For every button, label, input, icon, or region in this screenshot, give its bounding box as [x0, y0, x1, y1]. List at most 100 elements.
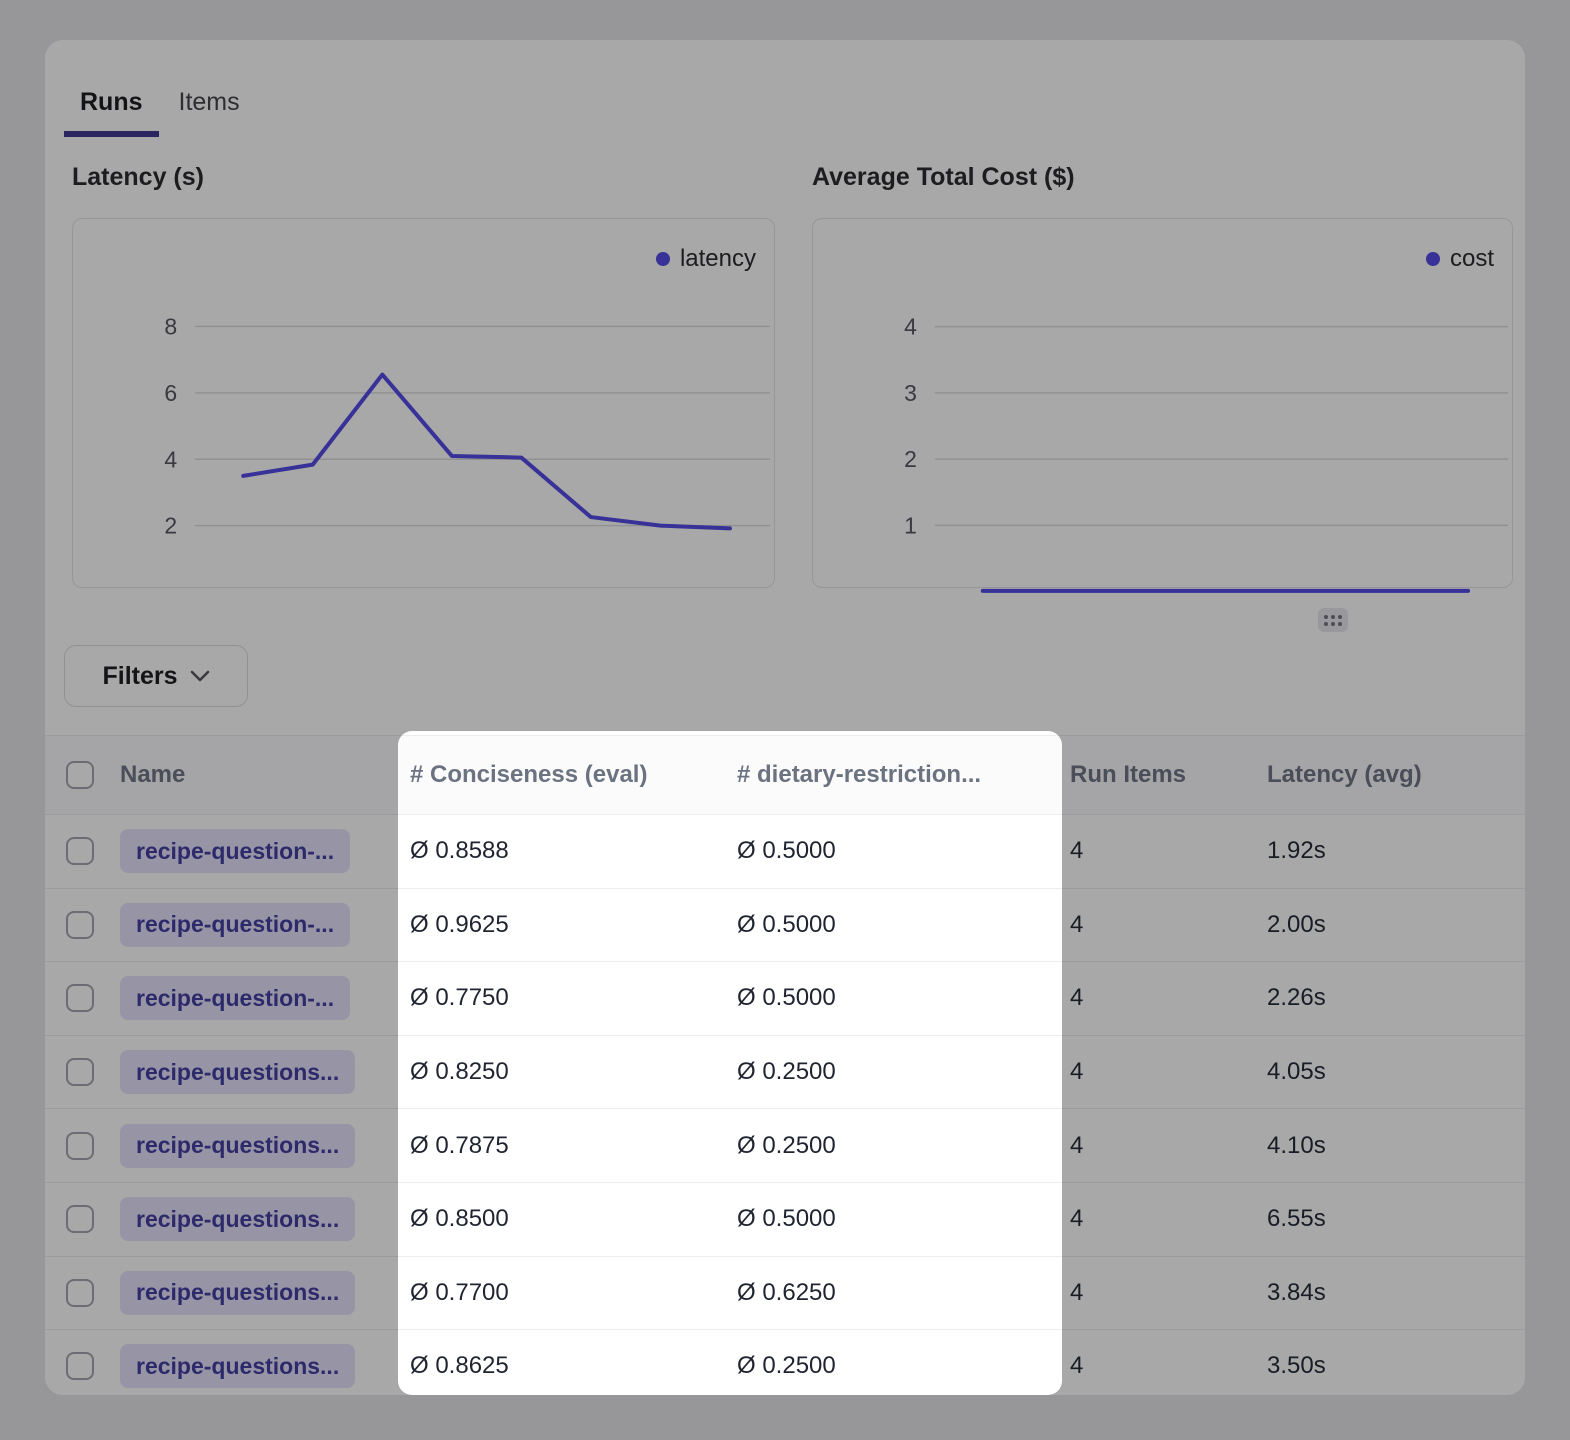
table-body: recipe-question-...Ø 0.8588Ø 0.500041.92… — [45, 815, 1525, 1395]
latency-avg-value: 4.10s — [1267, 1132, 1525, 1160]
select-all-cell — [45, 761, 120, 789]
row-checkbox[interactable] — [66, 911, 94, 939]
latency-legend-label: latency — [680, 245, 756, 273]
run-name-badge[interactable]: recipe-questions... — [120, 1124, 355, 1168]
cost-chart: 1234 cost — [812, 218, 1513, 588]
cost-chart-title: Average Total Cost ($) — [812, 163, 1075, 192]
dietary-restriction-value: Ø 0.5000 — [737, 911, 1070, 939]
col-latency-avg: Latency (avg) — [1267, 761, 1525, 789]
svg-text:4: 4 — [164, 446, 177, 472]
table-row[interactable]: recipe-question-... Ø 0.7750Ø 0.500042.26… — [45, 962, 1525, 1036]
run-name-badge[interactable]: recipe-question-... — [120, 976, 350, 1020]
table-row[interactable]: recipe-questions...Ø 0.7875Ø 0.250044.10… — [45, 1109, 1525, 1183]
latency-chart-canvas: 2 4 6 8 — [73, 219, 774, 587]
svg-text:2: 2 — [164, 513, 177, 539]
dietary-restriction-value: Ø 0.5000 — [737, 1205, 1070, 1233]
table-row[interactable]: recipe-questions... Ø 0.8250Ø 0.250044.05… — [45, 1036, 1525, 1110]
row-name-cell: recipe-questions... — [120, 1197, 410, 1241]
row-name-cell: recipe-questions... — [120, 1124, 410, 1168]
dietary-restriction-value: Ø 0.2500 — [737, 1352, 1070, 1380]
svg-text:8: 8 — [164, 313, 177, 339]
row-checkbox-cell — [45, 1205, 120, 1233]
row-checkbox[interactable] — [66, 1132, 94, 1160]
cost-chart-canvas: 1234 — [813, 219, 1512, 587]
latency-legend: latency — [656, 245, 756, 273]
row-checkbox-cell — [45, 1279, 120, 1307]
svg-text:6: 6 — [164, 380, 177, 406]
conciseness-value: Ø 0.8500 — [410, 1205, 737, 1233]
row-checkbox[interactable] — [66, 1058, 94, 1086]
run-items-value: 4 — [1070, 984, 1267, 1012]
row-checkbox[interactable] — [66, 1205, 94, 1233]
conciseness-value: Ø 0.8625 — [410, 1352, 737, 1380]
tab-runs-label: Runs — [80, 88, 143, 116]
svg-text:4: 4 — [904, 314, 917, 340]
cost-legend: cost — [1426, 245, 1494, 273]
row-checkbox-cell — [45, 1132, 120, 1160]
conciseness-value: Ø 0.8588 — [410, 837, 737, 865]
latency-avg-value: 6.55s — [1267, 1205, 1525, 1233]
runs-panel: Runs Items Latency (s) Average Total Cos… — [45, 40, 1525, 1395]
panel-resize-handle[interactable] — [1318, 608, 1348, 632]
run-name-badge[interactable]: recipe-questions... — [120, 1344, 355, 1388]
row-name-cell: recipe-questions... — [120, 1344, 410, 1388]
drag-handle-icon — [1324, 615, 1342, 626]
dietary-restriction-value: Ø 0.2500 — [737, 1058, 1070, 1086]
table-row[interactable]: recipe-question-...Ø 0.9625Ø 0.500042.00… — [45, 889, 1525, 963]
run-items-value: 4 — [1070, 1279, 1267, 1307]
latency-avg-value: 1.92s — [1267, 837, 1525, 865]
tab-items[interactable]: Items — [163, 78, 256, 137]
row-checkbox[interactable] — [66, 837, 94, 865]
dietary-restriction-value: Ø 0.5000 — [737, 984, 1070, 1012]
row-name-cell: recipe-question-... — [120, 829, 410, 873]
col-run-items: Run Items — [1070, 761, 1267, 789]
table-row[interactable]: recipe-questions...Ø 0.7700Ø 0.625043.84… — [45, 1257, 1525, 1331]
dietary-restriction-value: Ø 0.5000 — [737, 837, 1070, 865]
table-row[interactable]: recipe-question-...Ø 0.8588Ø 0.500041.92… — [45, 815, 1525, 889]
table-row[interactable]: recipe-questions... Ø 0.8625Ø 0.250043.50… — [45, 1330, 1525, 1395]
latency-avg-value: 4.05s — [1267, 1058, 1525, 1086]
row-checkbox-cell — [45, 837, 120, 865]
row-name-cell: recipe-question-... — [120, 903, 410, 947]
latency-avg-value: 2.26s — [1267, 984, 1525, 1012]
svg-text:3: 3 — [904, 380, 917, 406]
tab-items-label: Items — [179, 88, 240, 116]
tab-runs[interactable]: Runs — [64, 78, 159, 137]
run-name-badge[interactable]: recipe-questions... — [120, 1271, 355, 1315]
conciseness-value: Ø 0.7750 — [410, 984, 737, 1012]
row-checkbox[interactable] — [66, 984, 94, 1012]
run-name-badge[interactable]: recipe-questions... — [120, 1050, 355, 1094]
row-checkbox[interactable] — [66, 1352, 94, 1380]
conciseness-value: Ø 0.7875 — [410, 1132, 737, 1160]
select-all-checkbox[interactable] — [66, 761, 94, 789]
conciseness-value: Ø 0.7700 — [410, 1279, 737, 1307]
row-checkbox-cell — [45, 1352, 120, 1380]
row-name-cell: recipe-question-... — [120, 976, 410, 1020]
svg-text:2: 2 — [904, 446, 917, 472]
cost-legend-dot-icon — [1426, 252, 1440, 266]
row-checkbox-cell — [45, 911, 120, 939]
table-row[interactable]: recipe-questions... Ø 0.8500Ø 0.500046.55… — [45, 1183, 1525, 1257]
run-name-badge[interactable]: recipe-question-... — [120, 903, 350, 947]
tab-bar: Runs Items — [64, 78, 256, 137]
runs-table: Name # Conciseness (eval) # dietary-rest… — [45, 735, 1525, 1395]
run-items-value: 4 — [1070, 1205, 1267, 1233]
filters-button[interactable]: Filters — [64, 645, 248, 707]
run-name-badge[interactable]: recipe-questions... — [120, 1197, 355, 1241]
filters-button-label: Filters — [102, 662, 177, 691]
latency-avg-value: 3.50s — [1267, 1352, 1525, 1380]
run-name-badge[interactable]: recipe-question-... — [120, 829, 350, 873]
conciseness-value: Ø 0.8250 — [410, 1058, 737, 1086]
dietary-restriction-value: Ø 0.2500 — [737, 1132, 1070, 1160]
col-conciseness: # Conciseness (eval) — [410, 761, 737, 789]
run-items-value: 4 — [1070, 911, 1267, 939]
run-items-value: 4 — [1070, 1352, 1267, 1380]
latency-avg-value: 2.00s — [1267, 911, 1525, 939]
row-checkbox-cell — [45, 984, 120, 1012]
row-checkbox[interactable] — [66, 1279, 94, 1307]
cost-legend-label: cost — [1450, 245, 1494, 273]
dietary-restriction-value: Ø 0.6250 — [737, 1279, 1070, 1307]
row-name-cell: recipe-questions... — [120, 1271, 410, 1315]
run-items-value: 4 — [1070, 1058, 1267, 1086]
table-header: Name # Conciseness (eval) # dietary-rest… — [45, 735, 1525, 815]
